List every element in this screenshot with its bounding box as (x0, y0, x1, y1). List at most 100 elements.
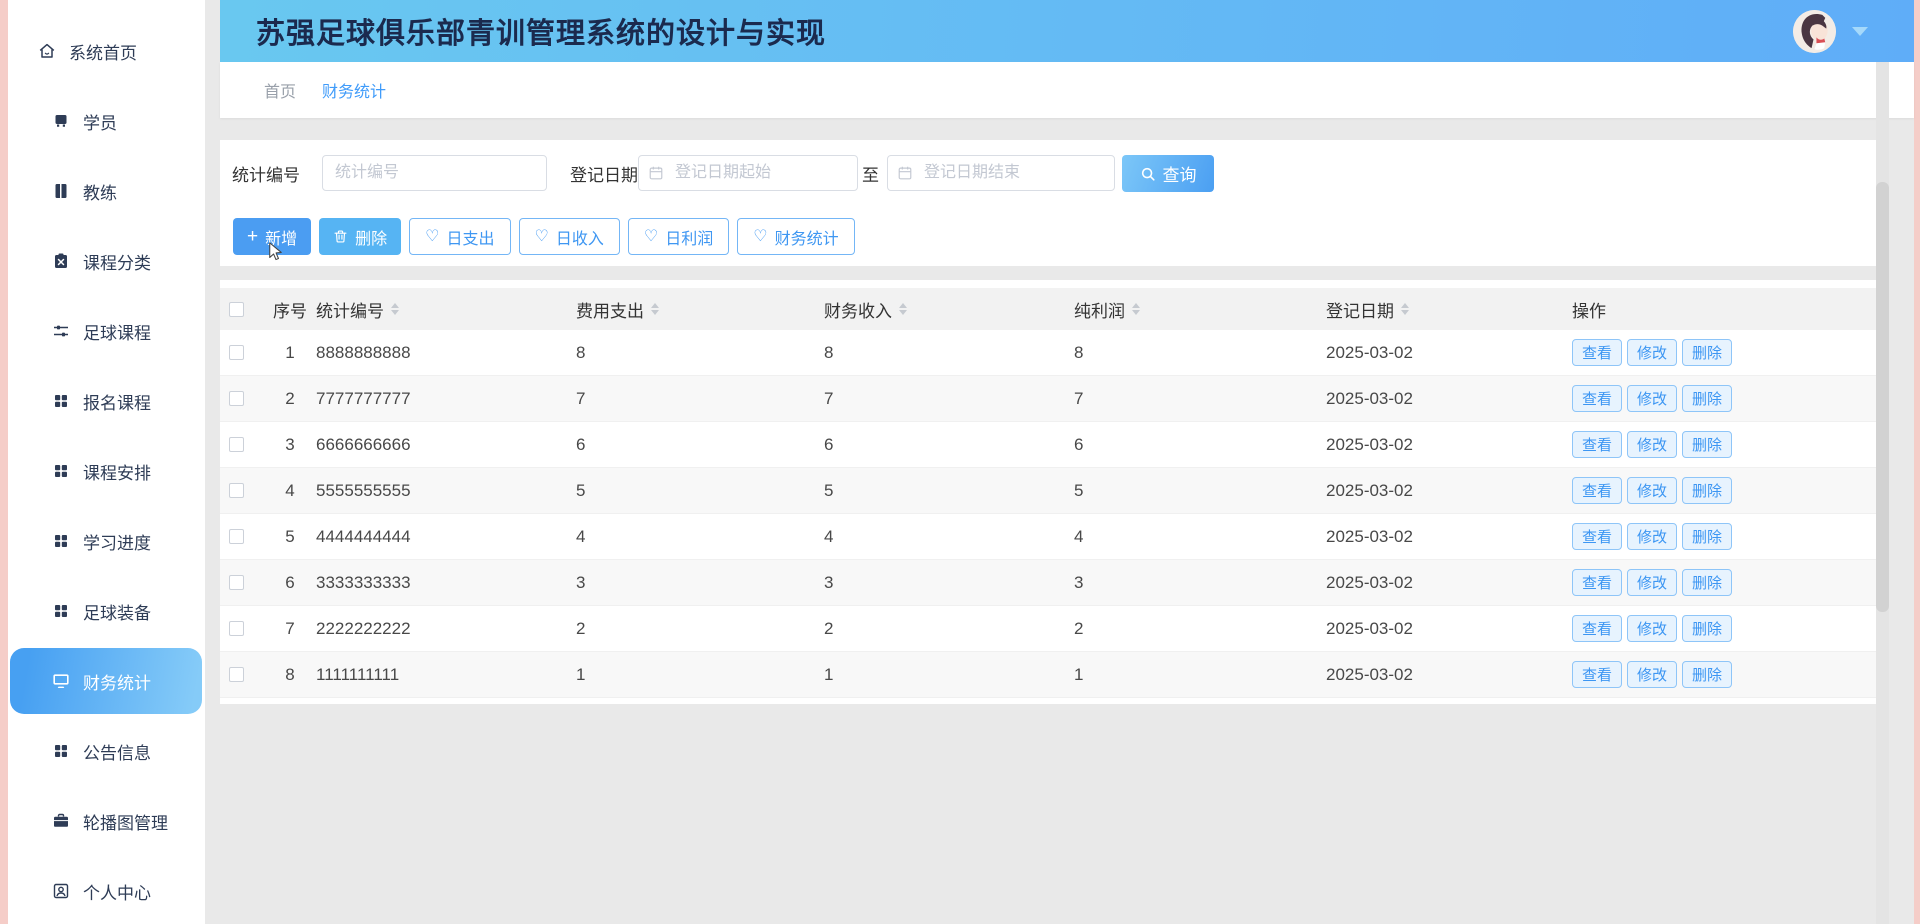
query-button[interactable]: 查询 (1122, 155, 1214, 192)
row-checkbox[interactable] (229, 391, 244, 406)
row-checkbox-cell (220, 391, 264, 406)
column-header-1[interactable]: 统计编号 (316, 297, 576, 322)
row-checkbox[interactable] (229, 483, 244, 498)
scrollbar-thumb[interactable] (1876, 182, 1889, 612)
cell-seq: 2 (264, 389, 316, 409)
row-action-delete-button[interactable]: 删除 (1682, 431, 1732, 458)
sidebar-item-1[interactable]: 学员 (8, 86, 205, 156)
sidebar-item-3[interactable]: 课程分类 (8, 226, 205, 296)
filter-button-0[interactable]: ♡日支出 (409, 218, 510, 255)
clipboard-x-icon (52, 252, 70, 270)
date-start-field-wrap (638, 155, 858, 191)
sidebar-item-0[interactable]: 系统首页 (8, 16, 205, 86)
row-action-view-button[interactable]: 查看 (1572, 431, 1622, 458)
sidebar-item-2[interactable]: 教练 (8, 156, 205, 226)
cell-code: 4444444444 (316, 527, 576, 547)
row-checkbox[interactable] (229, 667, 244, 682)
row-checkbox[interactable] (229, 621, 244, 636)
heart-icon: ♡ (644, 229, 658, 245)
cell-code: 8888888888 (316, 343, 576, 363)
delete-button[interactable]: 删除 (319, 218, 401, 255)
row-action-delete-button[interactable]: 删除 (1682, 339, 1732, 366)
avatar[interactable] (1793, 10, 1836, 53)
row-action-edit-button[interactable]: 修改 (1627, 523, 1677, 550)
cell-expense: 7 (576, 389, 824, 409)
sidebar-item-5[interactable]: 报名课程 (8, 366, 205, 436)
column-header-2[interactable]: 费用支出 (576, 297, 824, 322)
sidebar-item-8[interactable]: 足球装备 (8, 576, 205, 646)
row-action-delete-button[interactable]: 删除 (1682, 523, 1732, 550)
row-action-edit-button[interactable]: 修改 (1627, 339, 1677, 366)
row-checkbox[interactable] (229, 575, 244, 590)
row-checkbox[interactable] (229, 529, 244, 544)
row-checkbox-cell (220, 345, 264, 360)
stat-id-label: 统计编号 (232, 155, 300, 191)
sidebar-item-4[interactable]: 足球课程 (8, 296, 205, 366)
column-header-4[interactable]: 纯利润 (1074, 297, 1326, 322)
row-checkbox[interactable] (229, 437, 244, 452)
row-checkbox-cell (220, 437, 264, 452)
row-action-delete-button[interactable]: 删除 (1682, 615, 1732, 642)
row-action-view-button[interactable]: 查看 (1572, 661, 1622, 688)
cell-code: 7777777777 (316, 389, 576, 409)
sidebar-item-10[interactable]: 公告信息 (8, 716, 205, 786)
row-action-delete-button[interactable]: 删除 (1682, 385, 1732, 412)
row-actions: 查看修改删除 (1572, 615, 1876, 642)
column-header-6: 操作 (1572, 297, 1876, 322)
add-button[interactable]: + 新增 (233, 218, 311, 255)
breadcrumb-home[interactable]: 首页 (264, 78, 296, 102)
user-menu (1793, 0, 1868, 62)
sort-carets-icon[interactable] (391, 303, 399, 315)
cell-code: 2222222222 (316, 619, 576, 639)
sidebar-item-7[interactable]: 学习进度 (8, 506, 205, 576)
row-action-edit-button[interactable]: 修改 (1627, 477, 1677, 504)
date-start-input[interactable] (638, 155, 858, 191)
select-all-checkbox[interactable] (229, 302, 244, 317)
row-action-view-button[interactable]: 查看 (1572, 569, 1622, 596)
filter-button-2[interactable]: ♡日利润 (628, 218, 729, 255)
row-action-edit-button[interactable]: 修改 (1627, 661, 1677, 688)
chevron-down-icon[interactable] (1852, 27, 1868, 36)
row-checkbox[interactable] (229, 345, 244, 360)
sidebar-item-6[interactable]: 课程安排 (8, 436, 205, 506)
column-header-3[interactable]: 财务收入 (824, 297, 1074, 322)
table-row-1: 188888888888882025-03-02查看修改删除 (220, 330, 1876, 376)
row-action-view-button[interactable]: 查看 (1572, 385, 1622, 412)
filter-button-3[interactable]: ♡财务统计 (737, 218, 854, 255)
row-action-delete-button[interactable]: 删除 (1682, 661, 1732, 688)
sidebar-item-label: 报名课程 (83, 389, 151, 414)
sidebar-item-12[interactable]: 个人中心 (8, 856, 205, 924)
sort-carets-icon[interactable] (651, 303, 659, 315)
sidebar-item-11[interactable]: 轮播图管理 (8, 786, 205, 856)
row-action-view-button[interactable]: 查看 (1572, 615, 1622, 642)
sort-carets-icon[interactable] (899, 303, 907, 315)
filter-button-1[interactable]: ♡日收入 (519, 218, 620, 255)
row-action-delete-button[interactable]: 删除 (1682, 569, 1732, 596)
cell-income: 8 (824, 343, 1074, 363)
stat-id-input[interactable] (322, 155, 547, 191)
row-action-view-button[interactable]: 查看 (1572, 477, 1622, 504)
sliders-icon (52, 322, 70, 340)
sidebar-item-label: 轮播图管理 (83, 809, 168, 834)
column-label: 统计编号 (316, 297, 384, 322)
row-action-edit-button[interactable]: 修改 (1627, 615, 1677, 642)
cell-expense: 1 (576, 665, 824, 685)
sidebar-item-9[interactable]: 财务统计 (10, 648, 202, 714)
row-action-edit-button[interactable]: 修改 (1627, 569, 1677, 596)
row-action-view-button[interactable]: 查看 (1572, 339, 1622, 366)
cell-profit: 5 (1074, 481, 1326, 501)
breadcrumb-current[interactable]: 财务统计 (322, 78, 386, 102)
sort-carets-icon[interactable] (1132, 303, 1140, 315)
sidebar-item-label: 足球课程 (83, 319, 151, 344)
row-action-view-button[interactable]: 查看 (1572, 523, 1622, 550)
sort-carets-icon[interactable] (1401, 303, 1409, 315)
cell-profit: 6 (1074, 435, 1326, 455)
scrollbar[interactable] (1876, 62, 1889, 924)
row-action-edit-button[interactable]: 修改 (1627, 431, 1677, 458)
date-end-input[interactable] (887, 155, 1115, 191)
cell-code: 6666666666 (316, 435, 576, 455)
row-action-edit-button[interactable]: 修改 (1627, 385, 1677, 412)
row-action-delete-button[interactable]: 删除 (1682, 477, 1732, 504)
column-header-5[interactable]: 登记日期 (1326, 297, 1572, 322)
table-header-row: 序号统计编号费用支出财务收入纯利润登记日期操作 (220, 288, 1876, 330)
